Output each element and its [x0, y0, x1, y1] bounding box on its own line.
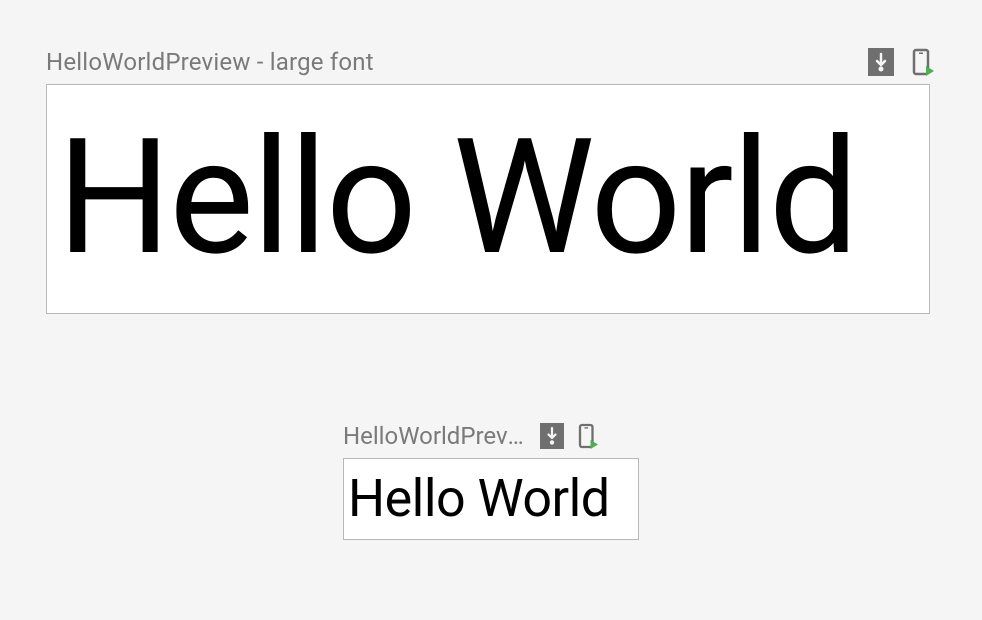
preview-block-default: HelloWorldPreview Hello World [343, 422, 639, 540]
preview-header: HelloWorldPreview [343, 422, 639, 450]
preview-actions [868, 48, 936, 76]
preview-actions [540, 423, 600, 449]
preview-canvas[interactable]: Hello World [46, 84, 930, 314]
preview-title: HelloWorldPreview - large font [46, 48, 374, 76]
preview-canvas[interactable]: Hello World [343, 458, 639, 540]
run-on-device-icon[interactable] [912, 48, 936, 76]
interactive-mode-icon[interactable] [540, 423, 564, 449]
preview-content-text: Hello World [348, 473, 610, 525]
preview-header: HelloWorldPreview - large font [46, 48, 936, 76]
preview-block-large: HelloWorldPreview - large font Hello Wor… [46, 48, 936, 314]
interactive-mode-icon[interactable] [868, 48, 894, 76]
preview-title: HelloWorldPreview [343, 422, 528, 450]
run-on-device-icon[interactable] [578, 423, 600, 449]
preview-content-text: Hello World [57, 119, 857, 279]
